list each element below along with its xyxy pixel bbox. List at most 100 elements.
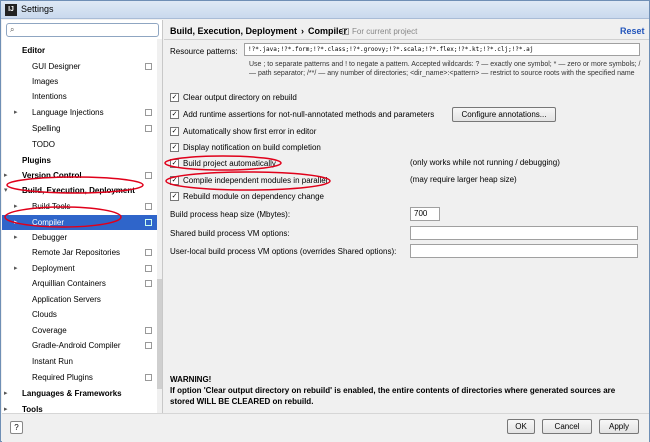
tree-item-label: Build, Execution, Deployment: [22, 186, 135, 195]
project-scope-label: For current project: [342, 27, 417, 36]
option-note: (may require larger heap size): [410, 175, 517, 184]
tree-item-clouds[interactable]: Clouds: [2, 307, 157, 322]
tree-scrollbar[interactable]: [157, 39, 162, 413]
tree-item-label: Images: [32, 77, 59, 86]
tree-item-label: Remote Jar Repositories: [32, 248, 121, 257]
option-note: (only works while not running / debuggin…: [410, 158, 560, 167]
chevron-right-icon[interactable]: ▸: [14, 199, 18, 214]
chevron-right-icon[interactable]: ▸: [14, 261, 18, 276]
cancel-button[interactable]: Cancel: [542, 419, 592, 434]
shared-vm-options-input[interactable]: [410, 226, 638, 240]
tree-item-label: Debugger: [32, 233, 68, 242]
chevron-right-icon[interactable]: ▸: [4, 168, 8, 183]
header-divider: [164, 39, 649, 40]
checkbox-box[interactable]: ✓: [170, 176, 179, 185]
breadcrumb-separator: ›: [301, 26, 305, 36]
intellij-icon: IJ: [5, 4, 17, 16]
dialog-button-bar: ? OK Cancel Apply: [2, 413, 649, 442]
tree-item-label: Intentions: [32, 92, 67, 101]
checkbox-box[interactable]: ✓: [170, 110, 179, 119]
tree-item-language-injections[interactable]: ▸ Language Injections: [2, 105, 157, 120]
settings-tree-panel: ⌕ Editor GUI Designer Images Intentions ▸ Lan…: [2, 20, 163, 414]
tree-item-images[interactable]: Images: [2, 74, 157, 89]
ok-button[interactable]: OK: [507, 419, 535, 434]
title-bar: IJ Settings: [1, 1, 649, 19]
scrollbar-thumb[interactable]: [157, 279, 162, 389]
checkbox-label: Clear output directory on rebuild: [183, 93, 297, 102]
project-scope-icon: [145, 249, 152, 256]
tree-item-label: Build Tools: [32, 202, 71, 211]
checkbox-label: Display notification on build completion: [183, 143, 321, 152]
tree-item-label: Gradle-Android Compiler: [32, 341, 121, 350]
chevron-right-icon[interactable]: ▸: [14, 215, 18, 230]
resource-patterns-input[interactable]: !?*.java;!?*.form;!?*.class;!?*.groovy;!…: [244, 43, 640, 56]
tree-item-instant-run[interactable]: Instant Run: [2, 354, 157, 369]
tree-item-remote-jar-repositories[interactable]: Remote Jar Repositories: [2, 245, 157, 260]
project-scope-icon: [145, 342, 152, 349]
search-input[interactable]: ⌕: [6, 23, 159, 37]
project-scope-icon: [145, 327, 152, 334]
tree-item-application-servers[interactable]: Application Servers: [2, 292, 157, 307]
help-icon[interactable]: ?: [10, 421, 23, 434]
chevron-right-icon[interactable]: ▸: [14, 105, 18, 120]
tree-item-editor[interactable]: Editor: [2, 43, 157, 58]
tree-item-label: GUI Designer: [32, 62, 81, 71]
tree-item-plugins[interactable]: Plugins: [2, 153, 157, 168]
tree-item-version-control[interactable]: ▸ Version Control: [2, 168, 157, 183]
checkbox-box[interactable]: ✓: [170, 143, 179, 152]
settings-window: IJ Settings ⌕ Editor GUI Designer Images In…: [0, 0, 650, 442]
tree-item-label: Spelling: [32, 124, 61, 133]
checkbox-box[interactable]: ✓: [170, 192, 179, 201]
checkbox-label: Rebuild module on dependency change: [183, 192, 324, 201]
tree-item-gradle-android-compiler[interactable]: Gradle-Android Compiler: [2, 338, 157, 353]
project-scope-icon: [145, 172, 152, 179]
window-title: Settings: [21, 4, 54, 14]
project-scope-icon: [145, 125, 152, 132]
tree-item-deployment[interactable]: ▸ Deployment: [2, 261, 157, 276]
tree-item-label: Coverage: [32, 326, 67, 335]
resource-patterns-label: Resource patterns:: [170, 47, 238, 56]
tree-item-label: Version Control: [22, 171, 82, 180]
project-scope-icon: [145, 109, 152, 116]
chevron-down-icon[interactable]: ▾: [4, 183, 8, 198]
tree-item-languages-frameworks[interactable]: ▸ Languages & Frameworks: [2, 386, 157, 401]
user-vm-options-label: User-local build process VM options (ove…: [170, 247, 397, 256]
tree-item-compiler[interactable]: ▸ Compiler: [2, 215, 157, 230]
warning-message: WARNING! If option 'Clear output directo…: [170, 374, 640, 407]
tree-item-build-tools[interactable]: ▸ Build Tools: [2, 199, 157, 214]
tree-item-build-execution-deployment[interactable]: ▾ Build, Execution, Deployment: [2, 183, 157, 198]
reset-link[interactable]: Reset: [620, 26, 645, 36]
tree-item-gui-designer[interactable]: GUI Designer: [2, 59, 157, 74]
heap-size-input[interactable]: 700: [410, 207, 440, 221]
tree-item-todo[interactable]: TODO: [2, 137, 157, 152]
compiler-settings-panel: Build, Execution, Deployment › Compiler Fo…: [164, 20, 649, 413]
checkbox-label: Automatically show first error in editor: [183, 127, 317, 136]
tree-item-required-plugins[interactable]: Required Plugins: [2, 370, 157, 385]
chevron-right-icon[interactable]: ▸: [14, 230, 18, 245]
user-vm-options-input[interactable]: [410, 244, 638, 258]
project-scope-icon: [145, 63, 152, 70]
tree-item-label: Application Servers: [32, 295, 101, 304]
project-scope-text: For current project: [352, 27, 418, 36]
project-scope-icon: [145, 265, 152, 272]
checkbox-box[interactable]: ✓: [170, 93, 179, 102]
breadcrumb-parent: Build, Execution, Deployment: [170, 26, 298, 36]
tree-item-arquillian-containers[interactable]: Arquillian Containers: [2, 276, 157, 291]
apply-button[interactable]: Apply: [599, 419, 639, 434]
configure-annotations-button[interactable]: Configure annotations...: [452, 107, 556, 122]
tree-item-intentions[interactable]: Intentions: [2, 89, 157, 104]
search-icon: ⌕: [10, 25, 15, 34]
project-scope-icon: [145, 374, 152, 381]
tree-item-label: Deployment: [32, 264, 75, 273]
tree-item-label: Languages & Frameworks: [22, 389, 122, 398]
tree-item-spelling[interactable]: Spelling: [2, 121, 157, 136]
chevron-right-icon[interactable]: ▸: [4, 386, 8, 401]
project-scope-icon: [145, 280, 152, 287]
tree-item-coverage[interactable]: Coverage: [2, 323, 157, 338]
checkbox-box[interactable]: ✓: [170, 127, 179, 136]
project-scope-icon: [145, 219, 152, 226]
tree-item-debugger[interactable]: ▸ Debugger: [2, 230, 157, 245]
checkbox-label: Build project automatically: [183, 159, 276, 168]
checkbox-box[interactable]: ✓: [170, 159, 179, 168]
tree-item-label: Editor: [22, 46, 46, 55]
